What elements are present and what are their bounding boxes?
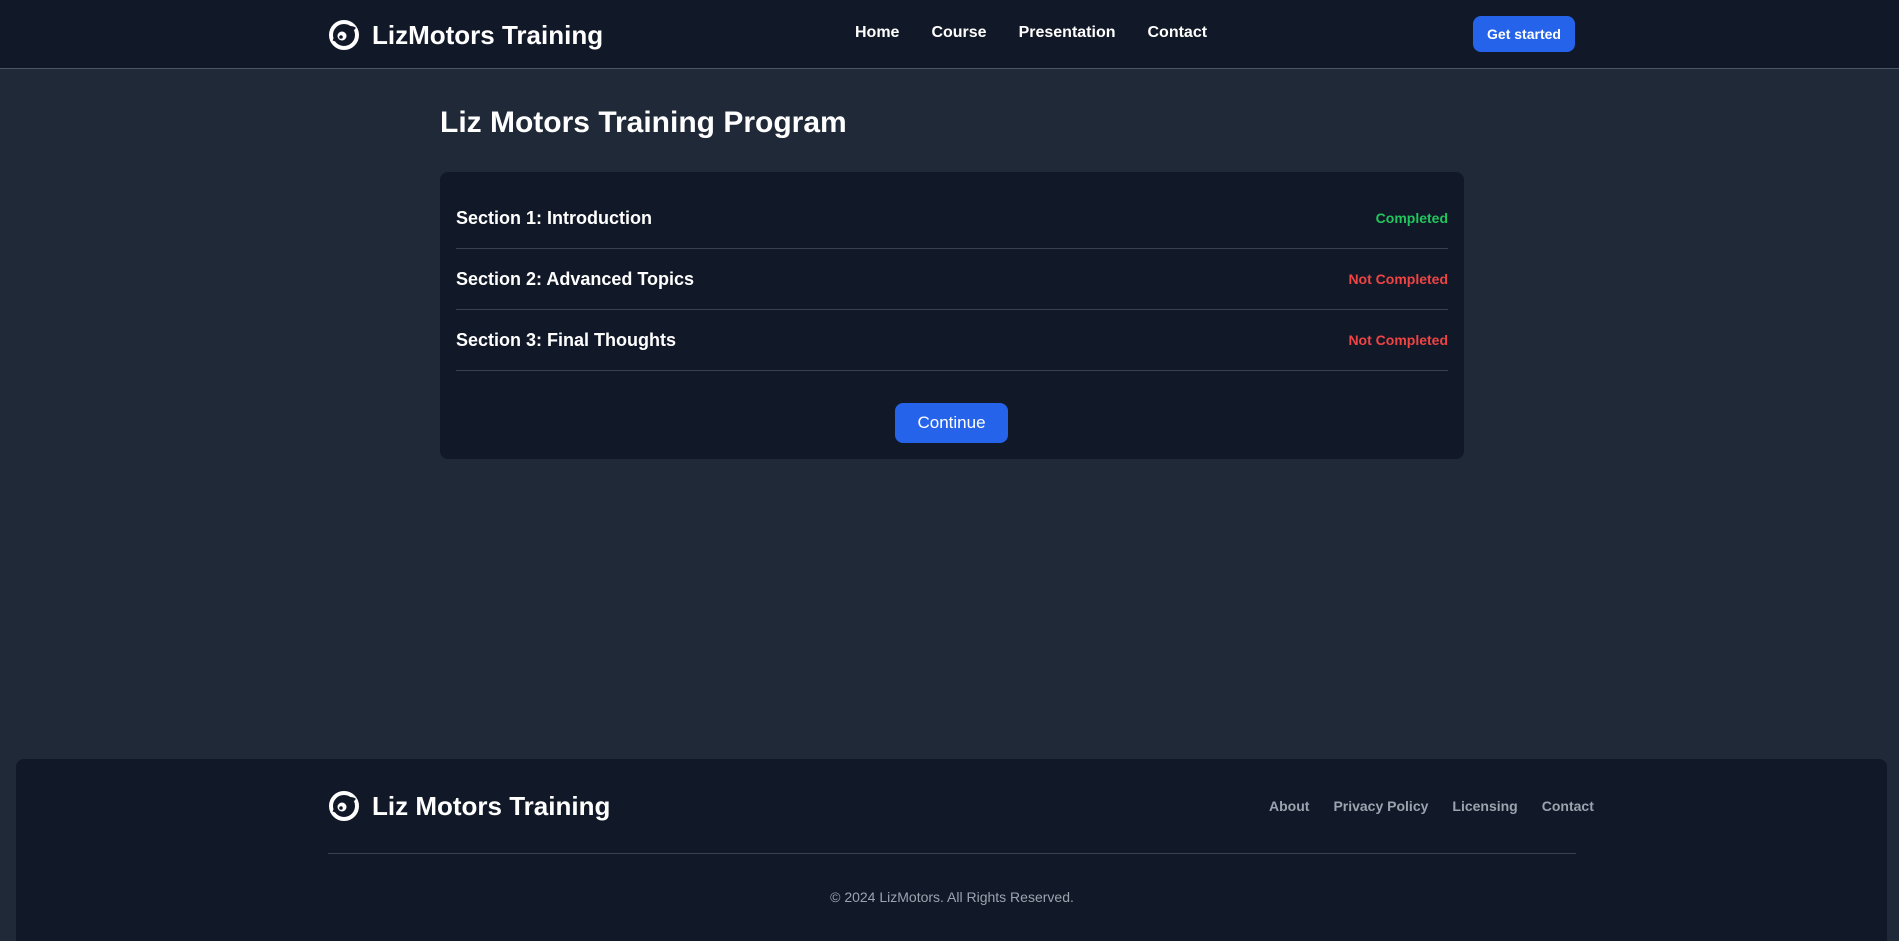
footer: Liz Motors Training About Privacy Policy…	[16, 759, 1887, 941]
footer-link-licensing[interactable]: Licensing	[1452, 798, 1517, 814]
sections-card: Section 1: Introduction Completed Sectio…	[440, 172, 1464, 459]
section-title: Section 3: Final Thoughts	[456, 329, 676, 350]
nav-course[interactable]: Course	[931, 24, 986, 42]
swirl-logo-icon	[329, 791, 359, 821]
status-badge: Completed	[1375, 210, 1448, 226]
top-navbar: LizMotors Training Home Course Presentat…	[0, 0, 1899, 69]
copyright: © 2024 LizMotors. All Rights Reserved.	[830, 889, 1074, 905]
footer-link-contact[interactable]: Contact	[1542, 798, 1594, 814]
status-badge: Not Completed	[1348, 332, 1448, 348]
page-title: Liz Motors Training Program	[440, 106, 847, 139]
nav-presentation[interactable]: Presentation	[1019, 24, 1116, 42]
nav-home[interactable]: Home	[855, 24, 899, 42]
footer-brand[interactable]: Liz Motors Training	[328, 789, 610, 823]
continue-button[interactable]: Continue	[895, 403, 1008, 443]
swirl-logo-icon	[329, 20, 359, 50]
footer-links: About Privacy Policy Licensing Contact	[1269, 798, 1594, 814]
main-nav: Home Course Presentation Contact	[855, 24, 1207, 42]
footer-link-about[interactable]: About	[1269, 798, 1309, 814]
section-row-advanced-topics[interactable]: Section 2: Advanced Topics Not Completed	[456, 249, 1448, 310]
section-title: Section 2: Advanced Topics	[456, 268, 695, 289]
section-row-final-thoughts[interactable]: Section 3: Final Thoughts Not Completed	[456, 310, 1448, 371]
get-started-button[interactable]: Get started	[1473, 16, 1575, 52]
brand-name: LizMotors Training	[372, 19, 604, 50]
footer-link-privacy-policy[interactable]: Privacy Policy	[1333, 798, 1428, 814]
footer-divider	[328, 853, 1576, 854]
footer-brand-name: Liz Motors Training	[372, 790, 611, 821]
section-row-introduction[interactable]: Section 1: Introduction Completed	[456, 188, 1448, 249]
nav-contact[interactable]: Contact	[1148, 24, 1208, 42]
status-badge: Not Completed	[1348, 271, 1448, 287]
section-title: Section 1: Introduction	[456, 207, 652, 228]
brand[interactable]: LizMotors Training	[328, 18, 603, 52]
